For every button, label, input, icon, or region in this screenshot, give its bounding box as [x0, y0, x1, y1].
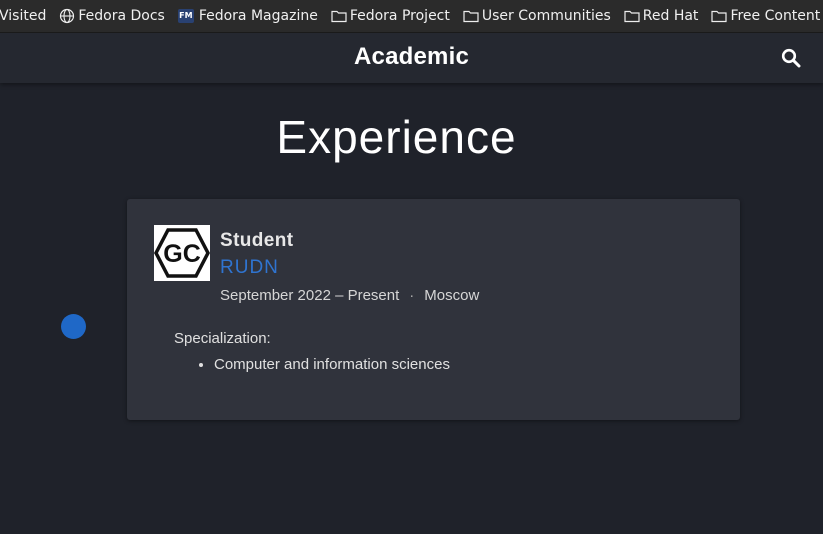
bookmarks-toolbar: Visited Fedora Docs FM Fedora Magazine F…	[0, 0, 823, 33]
bookmark-folder-user-communities[interactable]: User Communities	[463, 8, 611, 24]
gc-logo-icon: GC	[154, 228, 210, 278]
bookmark-fedora-magazine[interactable]: FM Fedora Magazine	[177, 8, 318, 24]
folder-icon	[624, 10, 640, 23]
experience-dates: September 2022 – Present	[220, 287, 400, 304]
bookmark-label: Visited	[0, 8, 47, 24]
experience-location: Moscow	[424, 287, 480, 304]
fedora-magazine-icon: FM	[177, 9, 194, 23]
bookmark-folder-red-hat[interactable]: Red Hat	[624, 8, 699, 24]
bookmark-label: Free Content	[730, 8, 821, 24]
bookmark-folder-free-content[interactable]: Free Content	[711, 8, 820, 24]
bookmark-label: User Communities	[481, 8, 611, 24]
meta-separator: ·	[409, 287, 415, 304]
experience-card: GC Student RUDN September 2022 – Present…	[127, 199, 740, 420]
bookmark-fedora-docs[interactable]: Fedora Docs	[59, 8, 165, 24]
description-list: Computer and information sciences	[200, 356, 450, 373]
site-title[interactable]: Academic	[0, 43, 823, 71]
folder-icon	[711, 10, 728, 23]
site-header: Academic	[0, 33, 823, 83]
experience-role: Student	[220, 230, 294, 251]
organization-logo: GC	[154, 225, 210, 281]
logo-text: GC	[163, 240, 201, 268]
search-button[interactable]	[781, 48, 801, 68]
bookmark-label: Fedora Project	[349, 8, 450, 24]
section-title: Experience	[276, 111, 517, 163]
bookmark-visited[interactable]: Visited	[0, 8, 46, 24]
organization-link[interactable]: RUDN	[220, 257, 279, 279]
timeline-dot	[61, 314, 86, 339]
search-icon	[781, 48, 801, 68]
bookmark-label: Fedora Magazine	[198, 8, 318, 24]
globe-icon	[60, 8, 75, 24]
folder-icon	[463, 10, 479, 23]
description-item: Computer and information sciences	[214, 356, 450, 373]
description-label: Specialization:	[174, 330, 271, 347]
experience-meta: September 2022 – Present · Moscow	[220, 287, 479, 304]
bookmark-label: Red Hat	[642, 8, 699, 24]
folder-icon	[331, 10, 347, 23]
bookmark-folder-fedora-project[interactable]: Fedora Project	[331, 8, 450, 24]
bookmark-label: Fedora Docs	[78, 8, 165, 24]
